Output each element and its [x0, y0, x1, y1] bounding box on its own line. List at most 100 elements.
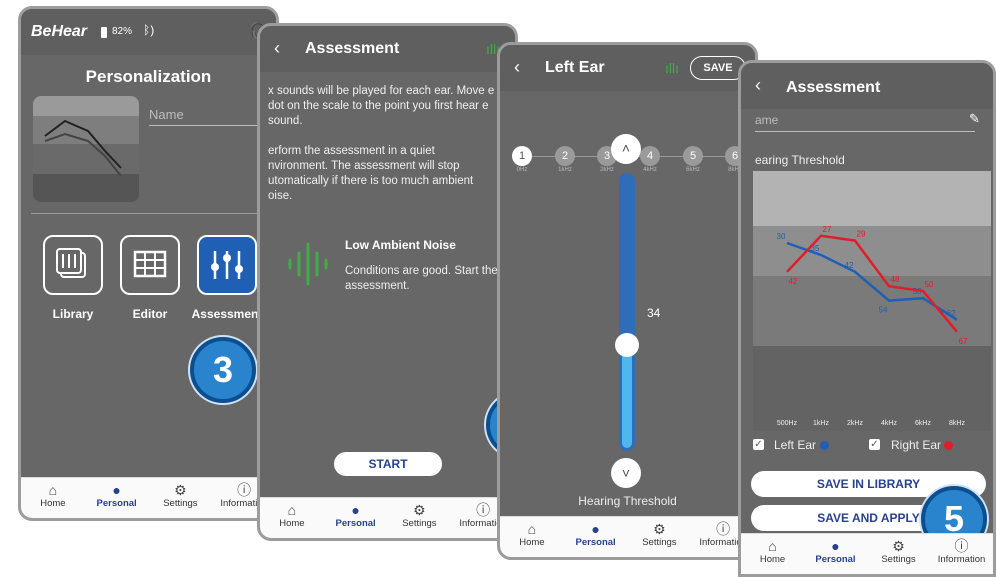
tile-assessment[interactable] [197, 235, 257, 295]
threshold-slider[interactable] [619, 173, 635, 451]
tile-library[interactable] [43, 235, 103, 295]
bluetooth-icon: ᛒ) [143, 23, 155, 37]
threshold-value: 34 [647, 306, 661, 320]
screen-assessment-intro: ‹ Assessment ıllı x sounds will be playe… [257, 23, 518, 541]
step-2[interactable]: 2 [555, 146, 575, 166]
tile-label-library: Library [52, 307, 94, 321]
nav-personal[interactable]: ● Personal [564, 521, 628, 548]
nav-information[interactable]: ⓘ Information [930, 538, 993, 565]
nav-home[interactable]: ⌂ Home [260, 502, 324, 529]
person-icon: ● [831, 538, 840, 554]
right-ear-checkbox[interactable]: ✓ [869, 439, 880, 450]
data-label: 50 [925, 280, 934, 289]
sound-wave-icon [288, 242, 328, 286]
nav-settings[interactable]: ⚙ Settings [149, 482, 213, 509]
name-input[interactable]: ame [755, 113, 975, 132]
nav-label: Personal [96, 498, 137, 509]
nav-label: Settings [163, 498, 198, 509]
page-title: Assessment [786, 79, 881, 96]
left-ear-dot [820, 441, 829, 450]
right-ear-dot [944, 441, 953, 450]
nav-label: Settings [881, 554, 916, 565]
battery-icon [101, 27, 107, 38]
info-icon: ⓘ [954, 538, 969, 554]
nav-label: Settings [642, 537, 677, 548]
chart-title: earing Threshold [755, 153, 845, 167]
bottom-nav: ⌂ Home ● Personal ⚙ Settings ⓘ Information [21, 477, 276, 518]
back-arrow-icon[interactable]: ‹ [514, 57, 520, 78]
nav-settings[interactable]: ⚙ Settings [867, 538, 930, 565]
nav-label: Home [519, 537, 545, 548]
nav-settings[interactable]: ⚙ Settings [388, 502, 452, 529]
screen-personalization: BeHear 82% ᛒ) 🎧 Personalization Name Lib… [18, 6, 279, 521]
data-label: 67 [959, 337, 968, 346]
step-badge-3: 3 [190, 337, 256, 403]
screen-assessment-result: ‹ Assessment ame ✎ earing Threshold 500H… [738, 60, 996, 577]
nav-personal[interactable]: ● Personal [85, 482, 149, 509]
gear-icon: ⚙ [413, 502, 426, 518]
nav-label: Home [759, 554, 786, 565]
nav-label: Home [279, 518, 305, 529]
profile-thumbnail[interactable] [33, 96, 139, 202]
start-button[interactable]: START [334, 452, 442, 476]
data-label: 54 [879, 306, 888, 315]
library-icon [56, 248, 86, 278]
nav-personal[interactable]: ● Personal [804, 538, 867, 565]
tile-label-editor: Editor [132, 307, 168, 321]
edit-pencil-icon[interactable]: ✎ [969, 111, 980, 127]
x-tick-label: 1kHz [813, 420, 829, 427]
left-ear-label: Left Ear [774, 438, 817, 452]
step-label: 4kHz [643, 167, 657, 173]
divider [31, 213, 266, 214]
step-label: 2kHz [600, 167, 614, 173]
gear-icon: ⚙ [892, 538, 905, 554]
data-label: 27 [823, 225, 832, 234]
grid-icon [133, 250, 167, 278]
screen-left-ear: ‹ Left Ear ıllı SAVE 1 2 3 4 5 6 0Hz 1kH… [497, 42, 758, 560]
step-label: 6kHz [686, 167, 700, 173]
nav-label: Information [937, 554, 986, 565]
nav-home[interactable]: ⌂ Home [741, 538, 804, 565]
left-ear-checkbox[interactable]: ✓ [753, 439, 764, 450]
x-tick-label: 8kHz [949, 420, 965, 427]
step-5[interactable]: 5 [683, 146, 703, 166]
right-ear-label: Right Ear [891, 438, 942, 452]
page-title: Personalization [85, 67, 212, 86]
back-arrow-icon[interactable]: ‹ [274, 38, 280, 59]
step-label: 1kHz [558, 167, 572, 173]
person-icon: ● [112, 482, 121, 498]
audiogram-chart: 500Hz 1kHz 2kHz 4kHz 6kHz 8kHz303542545362422… [753, 171, 991, 431]
step-1[interactable]: 1 [512, 146, 532, 166]
noise-indicator-icon: ıllı [665, 60, 679, 76]
battery-level: 82% [112, 26, 133, 37]
bottom-nav: ⌂ Home ● Personal ⚙ Settings ⓘ Information [741, 533, 993, 574]
x-tick-label: 2kHz [847, 420, 863, 427]
gear-icon: ⚙ [653, 521, 666, 537]
slider-thumb[interactable] [615, 332, 639, 357]
home-icon: ⌂ [527, 521, 537, 537]
data-label: 48 [891, 275, 900, 284]
back-arrow-icon[interactable]: ‹ [755, 75, 761, 96]
bottom-nav: ⌂ Home ● Personal ⚙ Settings ⓘ Information [260, 497, 515, 538]
increase-button[interactable]: ˄ [611, 134, 641, 164]
data-label: 29 [857, 230, 866, 239]
instructions-paragraph-2: erform the assessment in a quiet nvironm… [268, 145, 474, 202]
step-label: 0Hz [516, 167, 528, 173]
nav-label: Settings [402, 518, 437, 529]
data-label: 42 [789, 277, 798, 286]
instructions-paragraph-1: x sounds will be played for each ear. Mo… [268, 85, 495, 127]
step-4[interactable]: 4 [640, 146, 660, 166]
decrease-button[interactable]: ˅ [611, 458, 641, 488]
tile-editor[interactable] [120, 235, 180, 295]
home-icon: ⌂ [768, 538, 777, 554]
brand-logo: BeHear [31, 23, 88, 40]
gear-icon: ⚙ [174, 482, 187, 498]
slider-fill [622, 344, 632, 448]
data-label: 62 [947, 309, 956, 318]
nav-home[interactable]: ⌂ Home [21, 482, 85, 509]
nav-personal[interactable]: ● Personal [324, 502, 388, 529]
nav-settings[interactable]: ⚙ Settings [628, 521, 692, 548]
nav-home[interactable]: ⌂ Home [500, 521, 564, 548]
name-input[interactable]: Name [149, 107, 267, 126]
nav-label: Personal [575, 537, 616, 548]
